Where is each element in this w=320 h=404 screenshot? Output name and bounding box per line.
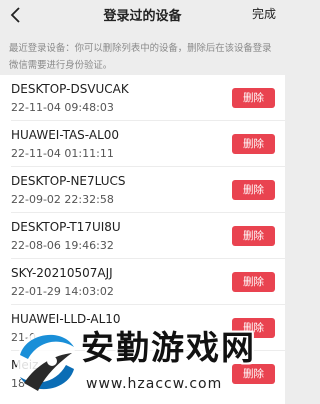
site-watermark: 安勤游戏网 www.hzaccw.com (0, 321, 285, 404)
device-login-time: 22-01-29 14:03:02 (11, 285, 114, 298)
delete-button[interactable]: 删除 (232, 180, 275, 200)
device-login-time: 22-11-04 09:48:03 (11, 101, 114, 114)
device-login-time: 22-11-04 01:11:11 (11, 147, 114, 160)
device-row: DESKTOP-DSVUCAK 22-11-04 09:48:03 删除 (0, 75, 285, 121)
device-row: SKY-20210507AJJ 22-01-29 14:03:02 删除 (0, 259, 285, 305)
delete-button[interactable]: 删除 (232, 134, 275, 154)
done-button[interactable]: 完成 (252, 5, 276, 22)
delete-button[interactable]: 删除 (232, 226, 275, 246)
device-name: HUAWEI-TAS-AL00 (11, 128, 120, 142)
device-name: SKY-20210507AJJ (11, 266, 113, 280)
watermark-title: 安勤游戏网 (81, 328, 256, 367)
device-login-time: 22-09-02 22:32:58 (11, 193, 114, 206)
page-title: 登录过的设备 (103, 9, 182, 24)
device-login-time: 22-08-06 19:46:32 (11, 239, 114, 252)
device-name: DESKTOP-DSVUCAK (11, 82, 129, 96)
description-text: 最近登录设备：你可以删除列表中的设备，删除后在该设备登录微信需要进行身份验证。 (9, 43, 272, 71)
watermark-url: www.hzaccw.com (86, 376, 223, 392)
top-bar: 登录过的设备 完成 (0, 0, 285, 30)
delete-button[interactable]: 删除 (232, 88, 275, 108)
site-logo-icon (17, 330, 77, 396)
device-name: DESKTOP-T17UI8U (11, 220, 121, 234)
delete-button[interactable]: 删除 (232, 272, 275, 292)
device-row: DESKTOP-T17UI8U 22-08-06 19:46:32 删除 (0, 213, 285, 259)
device-row: HUAWEI-TAS-AL00 22-11-04 01:11:11 删除 (0, 121, 285, 167)
device-row: DESKTOP-NE7LUCS 22-09-02 22:32:58 删除 (0, 167, 285, 213)
device-name: DESKTOP-NE7LUCS (11, 174, 126, 188)
